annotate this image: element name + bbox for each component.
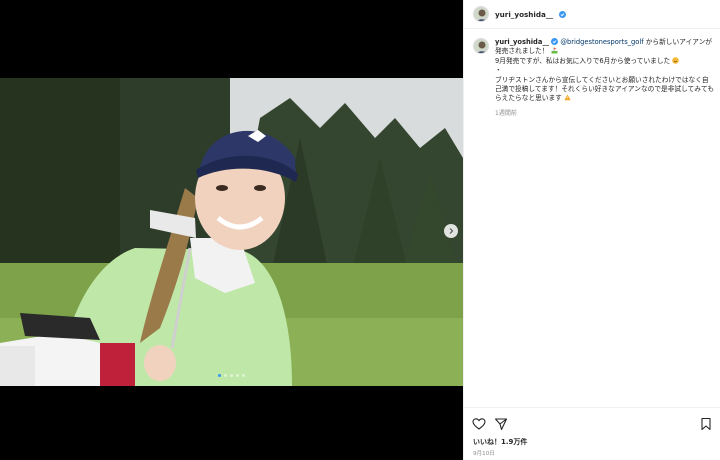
carousel-dot (218, 374, 221, 377)
smile-emoji-icon (672, 57, 680, 64)
post-side-pane: yuri_yoshida__ yuri_yoshida__ @bridgesto… (463, 0, 720, 460)
golfer-photo-illustration (0, 78, 463, 386)
avatar[interactable] (473, 6, 489, 22)
post-caption: yuri_yoshida__ @bridgestonesports_golf か… (473, 38, 715, 117)
heart-icon[interactable] (472, 417, 486, 431)
verified-badge-icon (559, 10, 567, 18)
carousel-dot (242, 374, 245, 377)
caption-text: yuri_yoshida__ @bridgestonesports_golf か… (495, 38, 715, 104)
likes-count[interactable]: いいね！1.9万件 (473, 437, 527, 447)
caption-line2: 9月発売ですが、私はお気に入りで6月から使っていました (495, 56, 671, 65)
carousel-dot (224, 374, 227, 377)
caption-line4: ブリヂストンさんから宣伝してくださいとお願いされたわけではなく自己満で投稿してま… (495, 75, 715, 103)
verified-badge-icon (551, 38, 559, 45)
warning-emoji-icon (564, 94, 571, 101)
post-photo[interactable] (0, 78, 463, 386)
post-date[interactable]: 9月10日 (473, 449, 495, 457)
chevron-right-icon (449, 228, 454, 234)
caption-username[interactable]: yuri_yoshida__ (495, 38, 549, 46)
caption-timestamp: 1週間前 (495, 109, 517, 117)
post-actions-bar (464, 407, 720, 440)
caption-mention-link[interactable]: @bridgestonesports_golf (560, 38, 643, 46)
carousel-next-button[interactable] (444, 224, 458, 238)
caption-line3: ・ (495, 66, 502, 75)
send-icon[interactable] (494, 417, 508, 431)
post-header: yuri_yoshida__ (464, 0, 720, 29)
golf-emoji-icon (551, 47, 558, 54)
bookmark-icon[interactable] (699, 417, 713, 431)
carousel-dot (230, 374, 233, 377)
carousel-indicator (0, 374, 463, 377)
post-username[interactable]: yuri_yoshida__ (495, 10, 553, 19)
carousel-dot (236, 374, 239, 377)
post-media-pane (0, 0, 463, 460)
caption-avatar[interactable] (473, 38, 489, 54)
